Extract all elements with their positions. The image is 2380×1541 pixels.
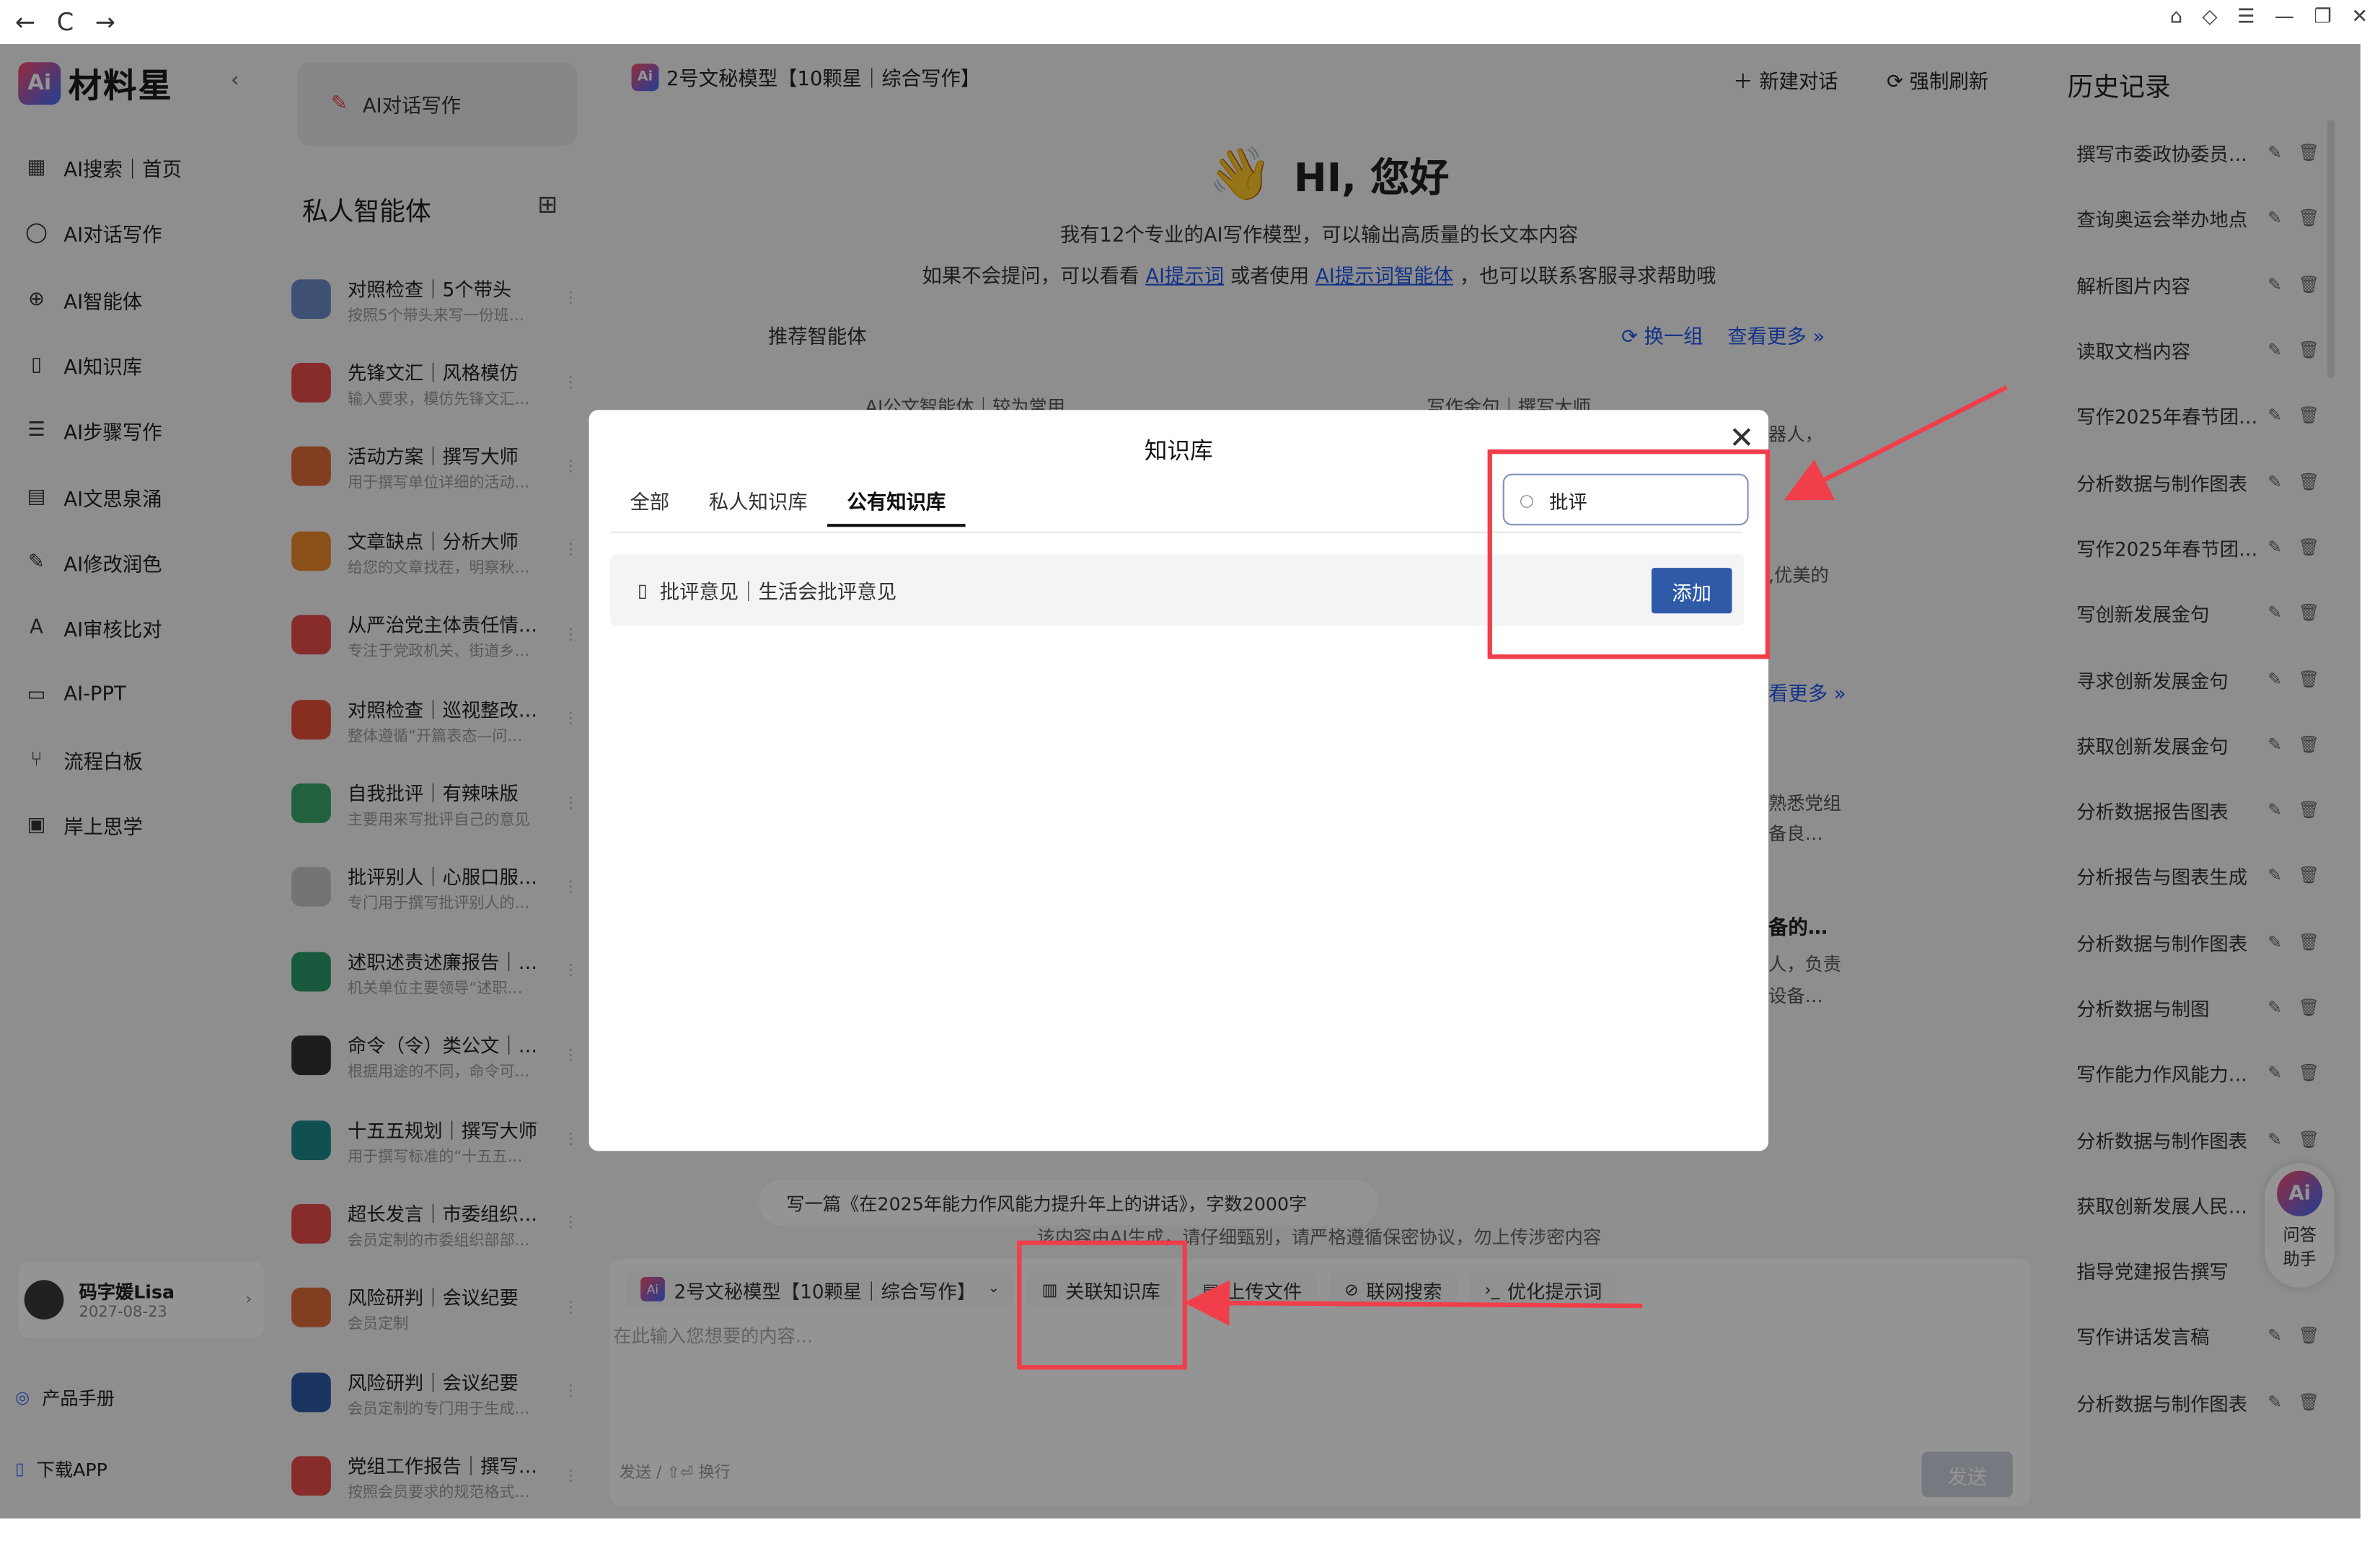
- close-window-icon[interactable]: ✕: [2351, 6, 2368, 29]
- tab-2[interactable]: 公有知识库: [827, 483, 966, 527]
- knowledge-result-title: 批评意见｜生活会批评意见: [659, 581, 897, 605]
- minimize-icon[interactable]: —: [2275, 6, 2294, 29]
- reload-icon[interactable]: C: [57, 8, 74, 37]
- shield-icon[interactable]: ◇: [2202, 6, 2217, 29]
- browser-toolbar: ← C → ⌂ ◇ ☰ — ❐ ✕: [0, 0, 2380, 45]
- home-icon[interactable]: ⌂: [2170, 6, 2182, 29]
- restore-icon[interactable]: ❐: [2314, 6, 2332, 29]
- window-edge-bottom: [0, 1518, 2380, 1541]
- back-icon[interactable]: ←: [15, 8, 35, 37]
- annotation-box-search: [1487, 449, 1771, 659]
- tab-1[interactable]: 私人知识库: [689, 483, 828, 527]
- menu-icon[interactable]: ☰: [2237, 6, 2255, 29]
- annotation-box-knowledge: [1017, 1240, 1187, 1370]
- forward-icon[interactable]: →: [95, 8, 115, 37]
- tab-0[interactable]: 全部: [610, 483, 689, 527]
- window-edge: [2360, 44, 2380, 1519]
- book-icon: ▯: [637, 579, 648, 601]
